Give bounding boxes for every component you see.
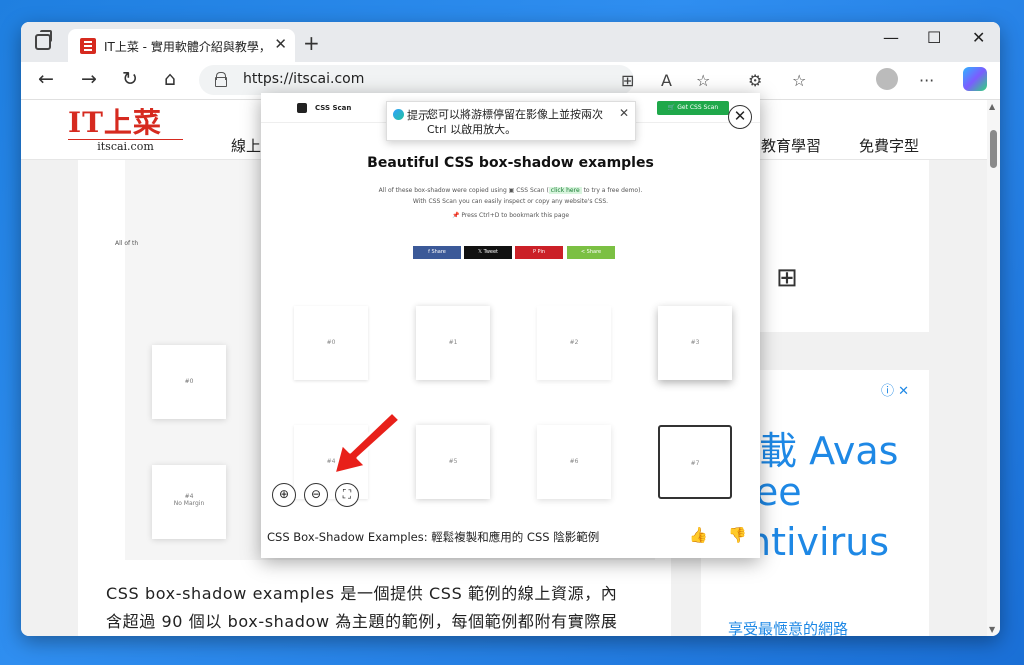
thumbs-up-button[interactable]: 👍 <box>689 526 708 544</box>
menu-item-online[interactable]: 線上 <box>231 135 261 156</box>
minimize-button[interactable]: — <box>883 28 899 47</box>
zoom-in-button[interactable]: ⊕ <box>272 483 296 507</box>
subtitle-scan: CSS Scan <box>516 187 545 194</box>
article-line-2: 含超過 90 個以 box-shadow 為主題的範例，每個範例都附有實際展 <box>106 612 618 631</box>
preview-title: Beautiful CSS box-shadow examples <box>367 155 654 171</box>
close-window-button[interactable]: ✕ <box>972 28 985 47</box>
preview-subtitle: All of these box-shadow were copied usin… <box>378 187 643 205</box>
ad-close-icon[interactable]: ⓘ ✕ <box>881 380 909 399</box>
article-line-1: CSS box-shadow examples 是一個提供 CSS 範例的線上資… <box>106 584 618 603</box>
bookmark-hint: 📌 Press Ctrl+D to bookmark this page <box>451 212 570 219</box>
apps-grid-icon[interactable]: ⊞ <box>776 263 798 293</box>
css-scan-logo-text: CSS Scan <box>315 104 352 112</box>
scroll-up-icon[interactable]: ▲ <box>989 102 995 111</box>
red-arrow-annotation <box>332 410 402 476</box>
subtitle-line-2: With CSS Scan you can easily inspect or … <box>412 198 609 205</box>
menu-item-fonts[interactable]: 免費字型 <box>859 135 919 156</box>
share-facebook: f Share <box>413 246 461 259</box>
maximize-button[interactable]: ☐ <box>927 28 941 47</box>
extensions-icon[interactable]: ⚙ <box>748 71 762 90</box>
shadow-box-0: #0 <box>294 306 368 380</box>
image-viewer-overlay: CSS Scan 🛒 Get CSS Scan 提示: 您可以將游標停留在影像上… <box>261 93 760 558</box>
image-caption: CSS Box-Shadow Examples: 輕鬆複製和應用的 CSS 陰影… <box>267 530 600 544</box>
scroll-down-icon[interactable]: ▼ <box>989 625 995 634</box>
preview-box-4-label: #4 <box>184 493 194 500</box>
tooltip-close-icon[interactable]: ✕ <box>619 106 629 120</box>
more-menu-icon[interactable]: ··· <box>919 71 934 90</box>
logo-text: IT上菜 <box>68 106 162 139</box>
shadow-box-6: #6 <box>537 425 611 499</box>
overlay-close-button[interactable]: ✕ <box>728 105 752 129</box>
get-css-scan-button: 🛒 Get CSS Scan <box>657 101 729 115</box>
address-bar[interactable]: https://itscai.com <box>199 65 634 95</box>
subtitle-part-1: All of these box-shadow were copied usin… <box>378 187 507 194</box>
edge-icon <box>393 109 404 120</box>
zoom-out-button[interactable]: ⊖ <box>304 483 328 507</box>
page-scrollbar[interactable]: ▲ ▼ <box>987 100 1000 636</box>
preview-label: All of th <box>115 240 139 247</box>
lock-icon[interactable] <box>215 72 227 87</box>
read-aloud-icon[interactable]: A <box>661 71 672 90</box>
preview-box-4: #4 No Margin <box>152 465 226 539</box>
subtitle-click-here: click here <box>548 187 582 194</box>
back-button[interactable]: ← <box>38 68 54 90</box>
article-text: CSS box-shadow examples 是一個提供 CSS 範例的線上資… <box>106 580 666 636</box>
thumbs-down-button[interactable]: 👎 <box>728 526 747 544</box>
shadow-box-2: #2 <box>537 306 611 380</box>
site-favicon-icon <box>80 38 96 54</box>
tab-close-icon[interactable]: ✕ <box>274 35 287 53</box>
forward-button[interactable]: → <box>81 68 97 90</box>
share-pinterest: P Pin <box>515 246 563 259</box>
tooltip-text: 您可以將游標停留在影像上並按兩次 Ctrl 以啟用放大。 <box>427 108 603 136</box>
home-button[interactable]: ⌂ <box>164 68 176 90</box>
shadow-box-7: #7 <box>658 425 732 499</box>
shadow-box-3: #3 <box>658 306 732 380</box>
zoom-tip-tooltip: 提示: 您可以將游標停留在影像上並按兩次 Ctrl 以啟用放大。 ✕ <box>386 101 636 141</box>
favorite-star-icon[interactable]: ☆ <box>696 71 710 90</box>
tab-title: IT上菜 - 實用軟體介紹與教學，幫 <box>104 40 264 54</box>
shadow-box-1: #1 <box>416 306 490 380</box>
logo-domain: itscai.com <box>68 139 183 153</box>
share-generic: < Share <box>567 246 615 259</box>
share-twitter: 𝕏 Tweet <box>464 246 512 259</box>
new-tab-button[interactable]: + <box>303 31 320 55</box>
ad-footer: 享受最愜意的網路 <box>728 620 849 636</box>
css-scan-logo-icon <box>297 103 307 113</box>
preview-box-4-sub: No Margin <box>173 500 205 507</box>
tab-itscai[interactable]: IT上菜 - 實用軟體介紹與教學，幫 ✕ <box>68 29 295 62</box>
scroll-thumb[interactable] <box>990 130 997 168</box>
app-available-icon[interactable]: ⊞ <box>621 71 634 90</box>
fit-to-screen-button[interactable]: ⛶ <box>335 483 359 507</box>
subtitle-tail: to try a free demo). <box>583 187 643 194</box>
url-text[interactable]: https://itscai.com <box>243 71 364 87</box>
profile-avatar[interactable] <box>876 68 898 90</box>
copilot-icon[interactable] <box>963 67 987 91</box>
reload-button[interactable]: ↻ <box>122 68 138 90</box>
tab-bar: IT上菜 - 實用軟體介紹與教學，幫 ✕ + — ☐ ✕ <box>21 22 1000 62</box>
menu-item-education[interactable]: 教育學習 <box>761 135 821 156</box>
favorites-icon[interactable]: ☆ <box>792 71 806 90</box>
preview-box-0: #0 <box>152 345 226 419</box>
site-logo[interactable]: IT上菜 itscai.com <box>68 108 183 156</box>
workspaces-icon[interactable] <box>35 30 52 50</box>
